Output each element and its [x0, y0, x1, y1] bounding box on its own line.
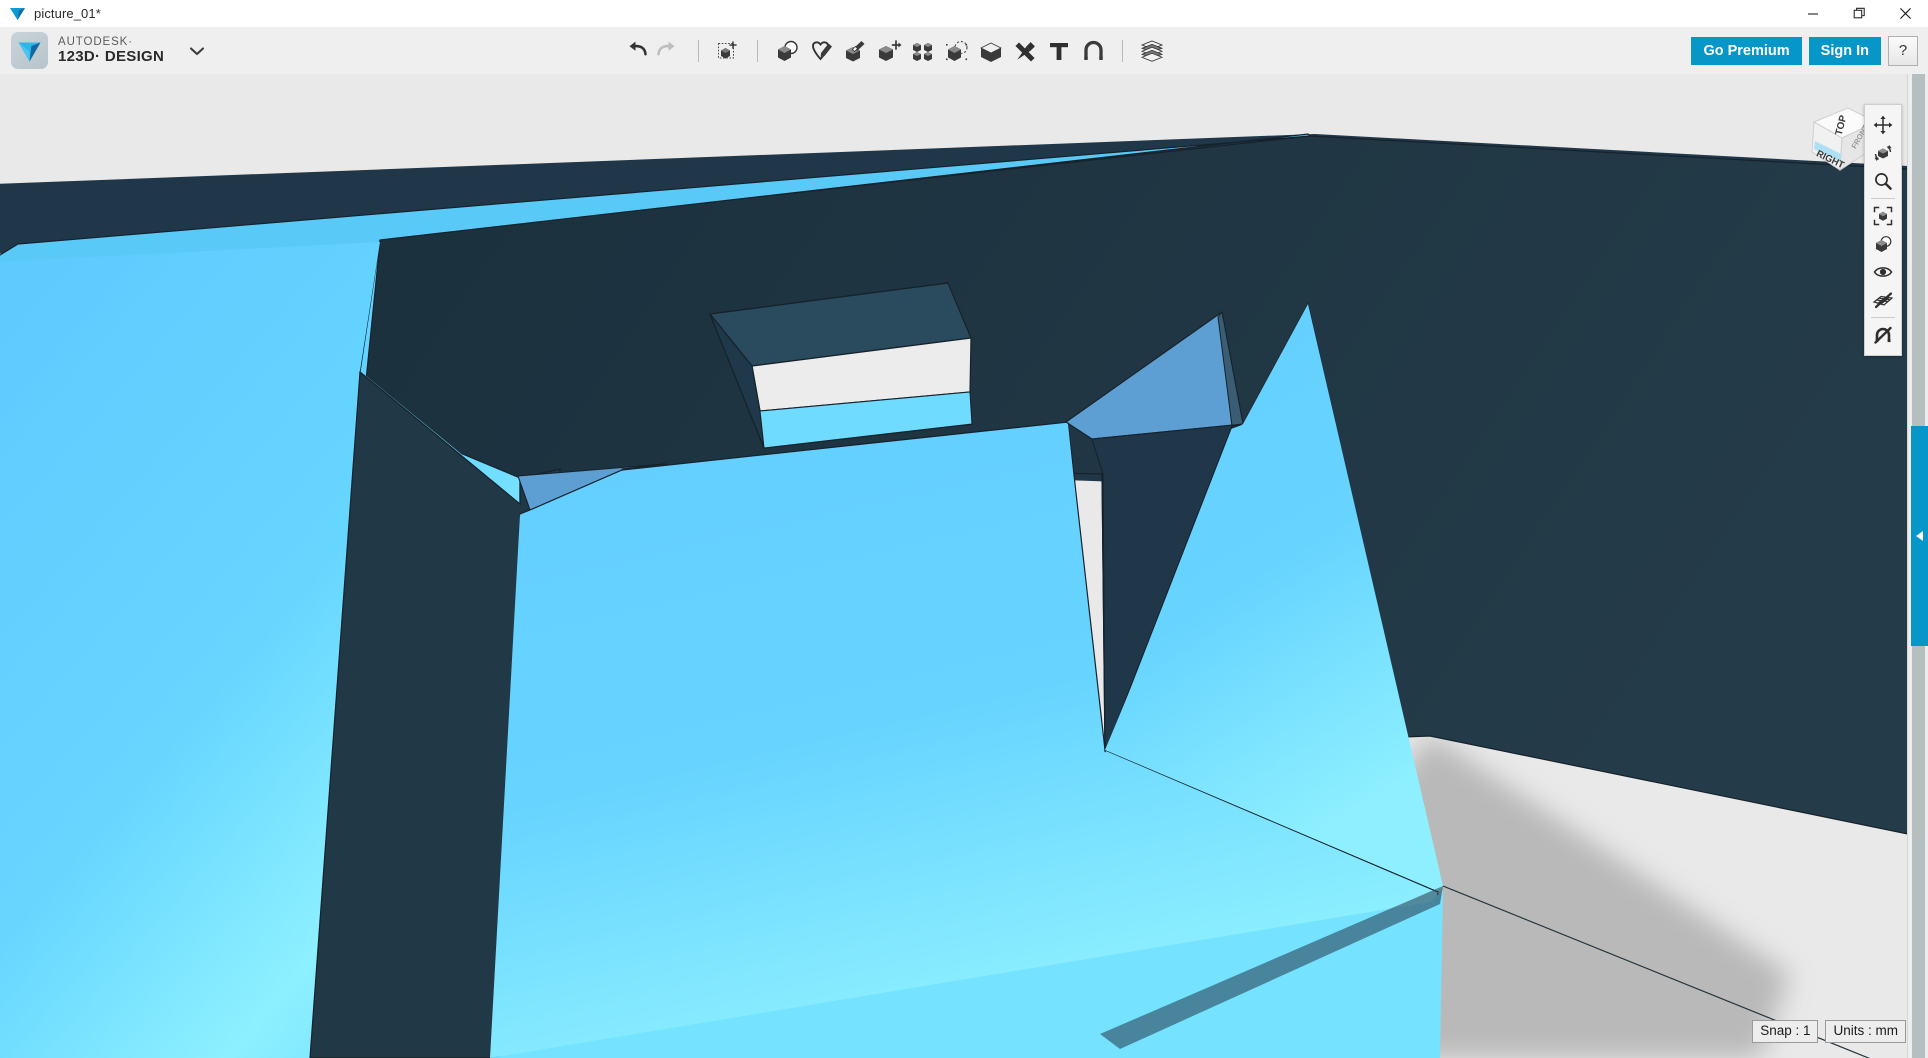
app-window: picture_01*: [0, 0, 1928, 1058]
sign-in-button[interactable]: Sign In: [1809, 37, 1881, 65]
four-cubes-icon[interactable]: [906, 34, 940, 68]
cube-sphere-icon[interactable]: [770, 34, 804, 68]
eye-icon[interactable]: [1868, 258, 1898, 286]
toolbar-group-materials: [1135, 27, 1169, 74]
brand-line-autodesk: AUTODESK·: [58, 36, 164, 48]
undo-arrow-icon[interactable]: [618, 34, 652, 68]
window-controls: [1790, 0, 1928, 27]
snap-status[interactable]: Snap : 1: [1752, 1020, 1818, 1043]
magnet-icon[interactable]: [1076, 34, 1110, 68]
title-bar: picture_01*: [0, 0, 1928, 28]
toolbar-group-history: [618, 27, 711, 74]
navigation-toolbar: [1864, 104, 1902, 356]
pan-move-icon[interactable]: [1868, 111, 1898, 139]
ruler-pencil-icon[interactable]: [1008, 34, 1042, 68]
units-status[interactable]: Units : mm: [1825, 1020, 1906, 1043]
cube-sphere-shading-icon[interactable]: [1868, 230, 1898, 258]
app-logo-icon: [8, 5, 26, 23]
cube-plus-icon[interactable]: [872, 34, 906, 68]
toolbar-divider: [757, 40, 758, 62]
panel-expand-handle[interactable]: [1911, 426, 1928, 646]
minimize-button[interactable]: [1790, 0, 1836, 27]
toolbar-group-transform: [711, 27, 770, 74]
brand-text: AUTODESK· 123D· DESIGN: [58, 36, 164, 64]
model-render: [0, 74, 1908, 1058]
magnet-slash-icon[interactable]: [1868, 321, 1898, 349]
viewport-canvas[interactable]: TOP RIGHT FRONT: [0, 74, 1908, 1058]
orbit-cube-icon[interactable]: [1868, 139, 1898, 167]
account-actions: Go Premium Sign In ?: [1691, 27, 1918, 74]
text-t-icon[interactable]: [1042, 34, 1076, 68]
document-title: picture_01*: [34, 6, 101, 21]
brand-block: AUTODESK· 123D· DESIGN: [11, 27, 208, 74]
cube-dashed-circle-icon[interactable]: [940, 34, 974, 68]
restore-button[interactable]: [1836, 0, 1882, 27]
right-rail: [1907, 74, 1928, 1058]
solid-cube-icon[interactable]: [974, 34, 1008, 68]
help-button[interactable]: ?: [1888, 36, 1918, 66]
triangle-left-icon: [1914, 529, 1926, 543]
viewport-scrollbar-thumb-top[interactable]: [1912, 74, 1925, 426]
close-button[interactable]: [1882, 0, 1928, 27]
toolbar-divider: [1122, 40, 1123, 62]
main-toolbar: AUTODESK· 123D· DESIGN: [0, 27, 1928, 75]
autodesk-logo-icon: [11, 32, 48, 69]
brand-line-product: 123D· DESIGN: [58, 49, 164, 65]
toolbar-divider: [698, 40, 699, 62]
navbar-divider: [1871, 317, 1895, 318]
cube-brush-icon[interactable]: [838, 34, 872, 68]
transform-cube-icon[interactable]: [711, 34, 745, 68]
layers-stack-icon[interactable]: [1135, 34, 1169, 68]
viewport-scrollbar-thumb-bottom[interactable]: [1912, 646, 1925, 1058]
sketch-pencil-icon[interactable]: [804, 34, 838, 68]
status-bar: Snap : 1 Units : mm: [1752, 1020, 1906, 1043]
fit-cube-brackets-icon[interactable]: [1868, 202, 1898, 230]
navbar-divider: [1871, 198, 1895, 199]
redo-arrow-icon[interactable]: [652, 34, 686, 68]
grid-slash-icon[interactable]: [1868, 286, 1898, 314]
magnifier-icon[interactable]: [1868, 167, 1898, 195]
go-premium-button[interactable]: Go Premium: [1691, 37, 1801, 65]
toolbar-group-modeling: [770, 27, 1135, 74]
chevron-down-icon[interactable]: [186, 40, 208, 62]
